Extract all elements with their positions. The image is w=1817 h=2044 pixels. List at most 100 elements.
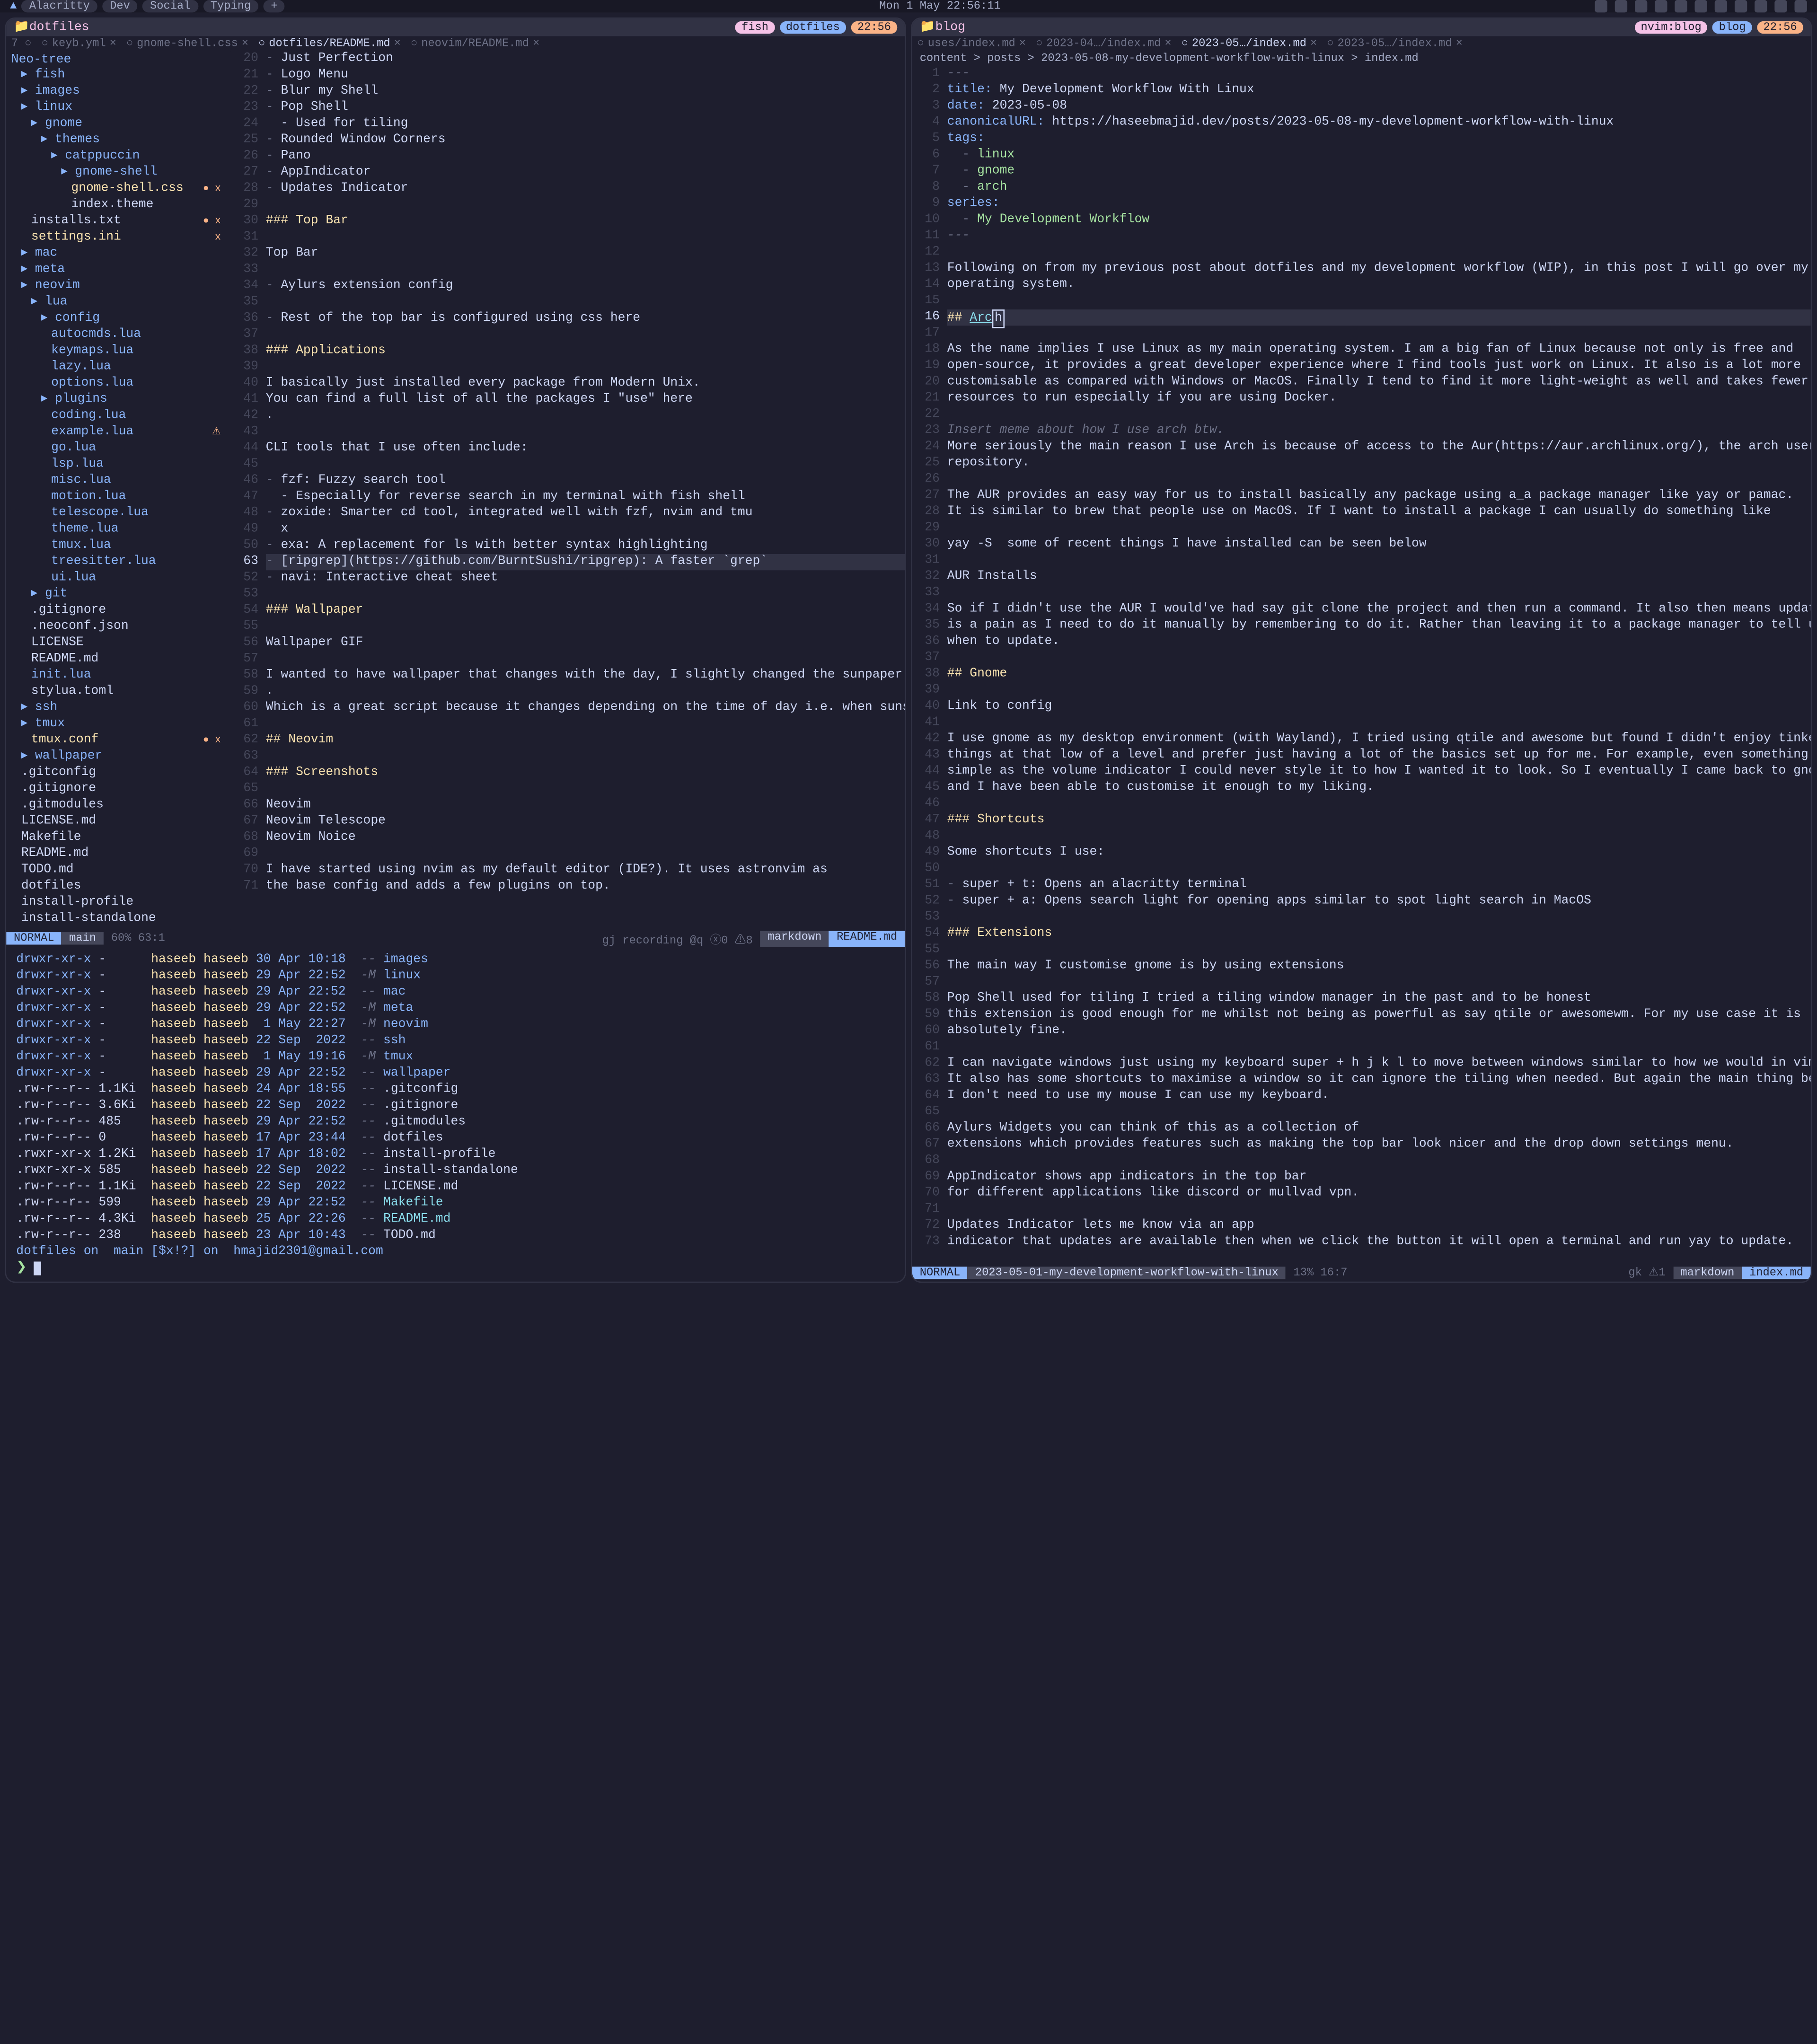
- tray-icon[interactable]: [1755, 0, 1767, 12]
- terminal-panel[interactable]: drwxr-xr-x - haseeb haseeb 30 Apr 10:18 …: [6, 947, 905, 1282]
- tab[interactable]: ○ 2023-05…/index.md ×: [1327, 37, 1463, 50]
- workspace-typing[interactable]: Typing: [203, 0, 258, 12]
- workspace-add[interactable]: +: [264, 0, 285, 12]
- tab[interactable]: ○ neovim/README.md ×: [411, 37, 539, 50]
- time-badge: 22:56: [1757, 21, 1803, 34]
- tree-item[interactable]: ▸ meta: [6, 262, 231, 278]
- tree-item[interactable]: init.lua: [6, 668, 231, 684]
- tree-item[interactable]: ▸ plugins: [6, 392, 231, 408]
- tree-item[interactable]: motion.lua: [6, 489, 231, 505]
- tree-item[interactable]: ▸ catppuccin: [6, 149, 231, 165]
- file-tree[interactable]: Neo-tree ▸ fish▸ images▸ linux▸ gnome▸ t…: [6, 51, 231, 930]
- tree-item[interactable]: keymaps.lua: [6, 343, 231, 359]
- tree-item[interactable]: ▸ themes: [6, 132, 231, 149]
- tree-item[interactable]: install-standalone: [6, 911, 231, 927]
- tree-item[interactable]: installs.txt● x: [6, 213, 231, 229]
- tree-item[interactable]: ▸ mac: [6, 246, 231, 262]
- tree-item[interactable]: ▸ gnome-shell: [6, 165, 231, 181]
- ls-row: drwxr-xr-x - haseeb haseeb 1 May 22:27 -…: [16, 1017, 895, 1033]
- filetype: markdown: [760, 930, 829, 946]
- tree-item[interactable]: gnome-shell.css● x: [6, 181, 231, 197]
- tree-item[interactable]: Makefile: [6, 830, 231, 846]
- tab[interactable]: ○ keyb.yml ×: [42, 37, 116, 50]
- tray-icon[interactable]: [1675, 0, 1687, 12]
- tree-item[interactable]: ▸ gnome: [6, 116, 231, 132]
- tree-item[interactable]: theme.lua: [6, 521, 231, 537]
- tree-item[interactable]: coding.lua: [6, 408, 231, 424]
- tray-icon[interactable]: [1735, 0, 1747, 12]
- tree-item[interactable]: install-profile: [6, 895, 231, 911]
- prompt-input[interactable]: ❯: [16, 1260, 895, 1277]
- tree-item[interactable]: .gitconfig: [6, 765, 231, 781]
- tree-item[interactable]: ▸ tmux: [6, 716, 231, 732]
- tray-icon[interactable]: [1595, 0, 1607, 12]
- code-content[interactable]: ---title: My Development Workflow With L…: [947, 66, 1811, 1264]
- tree-item[interactable]: .gitignore: [6, 781, 231, 797]
- tree-item[interactable]: tmux.lua: [6, 538, 231, 554]
- git-branch: main: [62, 932, 104, 944]
- tree-item[interactable]: stylua.toml: [6, 684, 231, 700]
- tray-icon[interactable]: [1774, 0, 1787, 12]
- tree-item[interactable]: go.lua: [6, 441, 231, 457]
- macro-recording: gj recording @q ⓧ0 ⚠8: [595, 930, 760, 946]
- tree-item[interactable]: telescope.lua: [6, 505, 231, 521]
- tab[interactable]: ○ uses/index.md ×: [917, 37, 1026, 50]
- tabline: 7 ○ ○ keyb.yml × ○ gnome-shell.css × ○ d…: [6, 36, 905, 51]
- clock: Mon 1 May 22:56:11: [879, 0, 1000, 12]
- tree-item[interactable]: ui.lua: [6, 570, 231, 586]
- tree-item[interactable]: ▸ images: [6, 84, 231, 100]
- tree-item[interactable]: tmux.conf● x: [6, 732, 231, 749]
- tree-item[interactable]: treesitter.lua: [6, 554, 231, 570]
- tree-item[interactable]: LICENSE: [6, 635, 231, 651]
- tree-item[interactable]: README.md: [6, 652, 231, 668]
- line-gutter: 2021222324252627282930313233343536373839…: [231, 51, 266, 930]
- tree-item[interactable]: ▸ wallpaper: [6, 749, 231, 765]
- tree-item[interactable]: index.theme: [6, 197, 231, 213]
- tree-item[interactable]: .gitmodules: [6, 797, 231, 813]
- tree-item[interactable]: ▸ fish: [6, 67, 231, 83]
- tree-item[interactable]: dotfiles: [6, 879, 231, 895]
- tree-item[interactable]: ▸ lua: [6, 294, 231, 310]
- workspace-social[interactable]: Social: [142, 0, 198, 12]
- system-topbar: ▲ Alacritty Dev Social Typing + Mon 1 Ma…: [0, 0, 1817, 12]
- tree-item[interactable]: .neoconf.json: [6, 619, 231, 635]
- tree-item[interactable]: .gitignore: [6, 603, 231, 619]
- tree-item[interactable]: ▸ neovim: [6, 278, 231, 294]
- time-badge: 22:56: [851, 21, 898, 34]
- left-pane: 📁 dotfiles fish dotfiles 22:56 7 ○ ○ key…: [5, 18, 906, 1283]
- tree-header: Neo-tree: [6, 53, 231, 67]
- tree-item[interactable]: lsp.lua: [6, 457, 231, 473]
- tab[interactable]: ○ 2023-04…/index.md ×: [1036, 37, 1172, 50]
- tree-item[interactable]: misc.lua: [6, 473, 231, 489]
- tree-item[interactable]: example.lua⚠: [6, 424, 231, 441]
- mode-indicator: NORMAL: [6, 932, 62, 944]
- app-name: Alacritty: [22, 0, 97, 12]
- tree-item[interactable]: ▸ ssh: [6, 700, 231, 716]
- shell-badge: fish: [735, 21, 775, 34]
- tree-item[interactable]: LICENSE.md: [6, 814, 231, 830]
- code-content[interactable]: - Just Perfection- Logo Menu- Blur my Sh…: [266, 51, 905, 930]
- tree-item[interactable]: ▸ config: [6, 311, 231, 327]
- ls-row: .rw-r--r-- 485 haseeb haseeb 29 Apr 22:5…: [16, 1114, 895, 1130]
- tab[interactable]: ○ gnome-shell.css ×: [126, 37, 248, 50]
- folder-icon: 📁: [920, 20, 935, 35]
- tree-item[interactable]: options.lua: [6, 376, 231, 392]
- tab-active[interactable]: ○ dotfiles/README.md ×: [258, 37, 401, 50]
- tree-item[interactable]: autocmds.lua: [6, 327, 231, 343]
- tray-icon[interactable]: [1715, 0, 1727, 12]
- tree-item[interactable]: ▸ linux: [6, 100, 231, 116]
- ide-badge: nvim:blog: [1634, 21, 1708, 34]
- tray-icon[interactable]: [1795, 0, 1807, 12]
- tray-icon[interactable]: [1695, 0, 1707, 12]
- tree-item[interactable]: settings.inix: [6, 229, 231, 246]
- tree-item[interactable]: TODO.md: [6, 862, 231, 878]
- tree-item[interactable]: lazy.lua: [6, 360, 231, 376]
- tray-icon[interactable]: [1635, 0, 1647, 12]
- diagnostics: gk ⚠1: [1621, 1267, 1673, 1279]
- tab-active[interactable]: ○ 2023-05…/index.md ×: [1182, 37, 1317, 50]
- tray-icon[interactable]: [1615, 0, 1627, 12]
- workspace-dev[interactable]: Dev: [102, 0, 137, 12]
- tree-item[interactable]: ▸ git: [6, 587, 231, 603]
- tree-item[interactable]: README.md: [6, 846, 231, 862]
- tray-icon[interactable]: [1655, 0, 1667, 12]
